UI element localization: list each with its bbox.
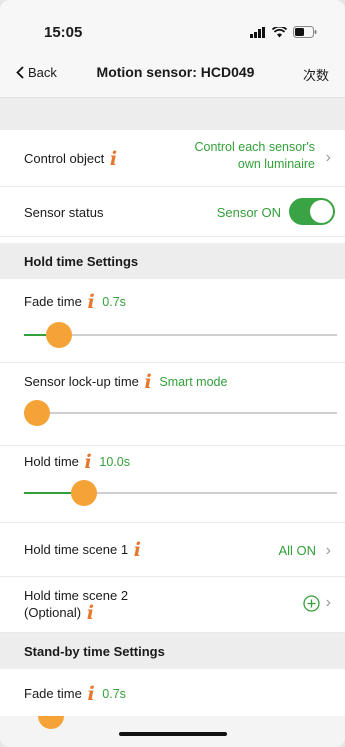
hold-scene-2-value-wrap: › [303,594,331,612]
hold-scene-2-label-line1: Hold time scene 2 [24,588,129,603]
info-icon[interactable]: i [87,604,94,623]
signal-icon [250,26,265,38]
standby-time-section-title: Stand-by time Settings [24,644,165,659]
fade-time-label: Fade time [24,294,82,309]
control-object-value-line1: Control each sensor's [194,140,315,154]
wifi-icon [272,26,287,37]
standby-fade-time-row: Fade time i 0.7s [0,669,345,719]
chevron-right-icon: › [325,594,331,611]
sensor-toggle[interactable] [289,198,335,225]
hold-scene-1-value: All ON [278,543,317,558]
lockup-time-row: Sensor lock-up time i Smart mode [0,363,345,446]
info-icon[interactable]: i [145,373,152,392]
standby-fade-time-label-wrap: Fade time i 0.7s [24,685,126,704]
hold-time-row: Hold time i 10.0s [0,446,345,523]
slider-knob[interactable] [71,480,97,506]
standby-time-section: Stand-by time Settings [0,633,345,669]
battery-icon [293,26,317,38]
hold-time-value: 10.0s [99,455,130,469]
hold-time-label-wrap: Hold time i 10.0s [24,453,130,472]
page-title: Motion sensor: HCD049 [96,64,255,80]
control-object-label-wrap: Control object i [24,150,117,169]
hold-scene-1-value-wrap: All ON › [278,542,331,560]
hold-scene-1-row[interactable]: Hold time scene 1 i All ON › [0,523,345,577]
hold-scene-2-label-line2: (Optional) [24,605,82,620]
hold-scene-2-label-wrap: Hold time scene 2 (Optional) i [24,588,128,623]
hold-time-label: Hold time [24,454,79,469]
lockup-time-value: Smart mode [159,375,228,389]
hold-scene-1-label-wrap: Hold time scene 1 i [24,541,141,560]
fade-time-value: 0.7s [102,295,126,309]
nav-bar: Back Motion sensor: HCD049 次数 [0,48,345,98]
control-object-row[interactable]: Control object i Control each sensor's o… [0,130,345,187]
info-icon[interactable]: i [87,685,94,704]
lockup-time-label: Sensor lock-up time [24,374,139,389]
status-icons [250,26,317,38]
fade-time-row: Fade time i 0.7s [0,279,345,363]
fade-time-label-wrap: Fade time i 0.7s [24,293,126,312]
add-circle-icon[interactable] [303,594,320,612]
toggle-knob [310,200,333,223]
status-bar: 15:05 [0,0,345,48]
sensor-status-label: Sensor status [24,205,104,220]
chevron-right-icon: › [325,542,331,559]
slider-knob[interactable] [46,322,72,348]
control-object-value-line2: own luminaire [237,157,315,171]
control-object-value: Control each sensor's own luminaire [194,139,315,173]
hold-time-section-title: Hold time Settings [24,254,139,269]
standby-fade-time-label: Fade time [24,686,82,701]
hold-scene-2-row[interactable]: Hold time scene 2 (Optional) i › [0,577,345,633]
hold-scene-1-label: Hold time scene 1 [24,542,129,557]
status-time: 15:05 [44,24,83,41]
top-spacer [0,98,345,130]
lockup-time-label-wrap: Sensor lock-up time i Smart mode [24,373,227,392]
control-object-label: Control object [24,151,105,166]
chevron-right-icon: › [325,149,331,166]
count-button[interactable]: 次数 [303,65,329,84]
fade-time-slider[interactable] [24,322,337,348]
hold-time-slider[interactable] [24,480,337,506]
home-indicator[interactable] [119,732,227,736]
partial-slider-knob [38,716,64,729]
hold-time-section: Hold time Settings [0,243,345,279]
info-icon[interactable]: i [134,541,141,560]
lockup-time-slider[interactable] [24,400,337,426]
info-icon[interactable]: i [85,453,92,472]
sensor-status-row: Sensor status Sensor ON [0,187,345,237]
info-icon[interactable]: i [87,293,94,312]
slider-knob[interactable] [24,400,50,426]
phone-screen: 15:05 Back Motion sensor: HCD049 次数 Cont… [0,0,345,747]
sensor-status-value: Sensor ON [216,205,281,220]
standby-fade-time-value: 0.7s [102,687,126,701]
info-icon[interactable]: i [110,150,117,169]
